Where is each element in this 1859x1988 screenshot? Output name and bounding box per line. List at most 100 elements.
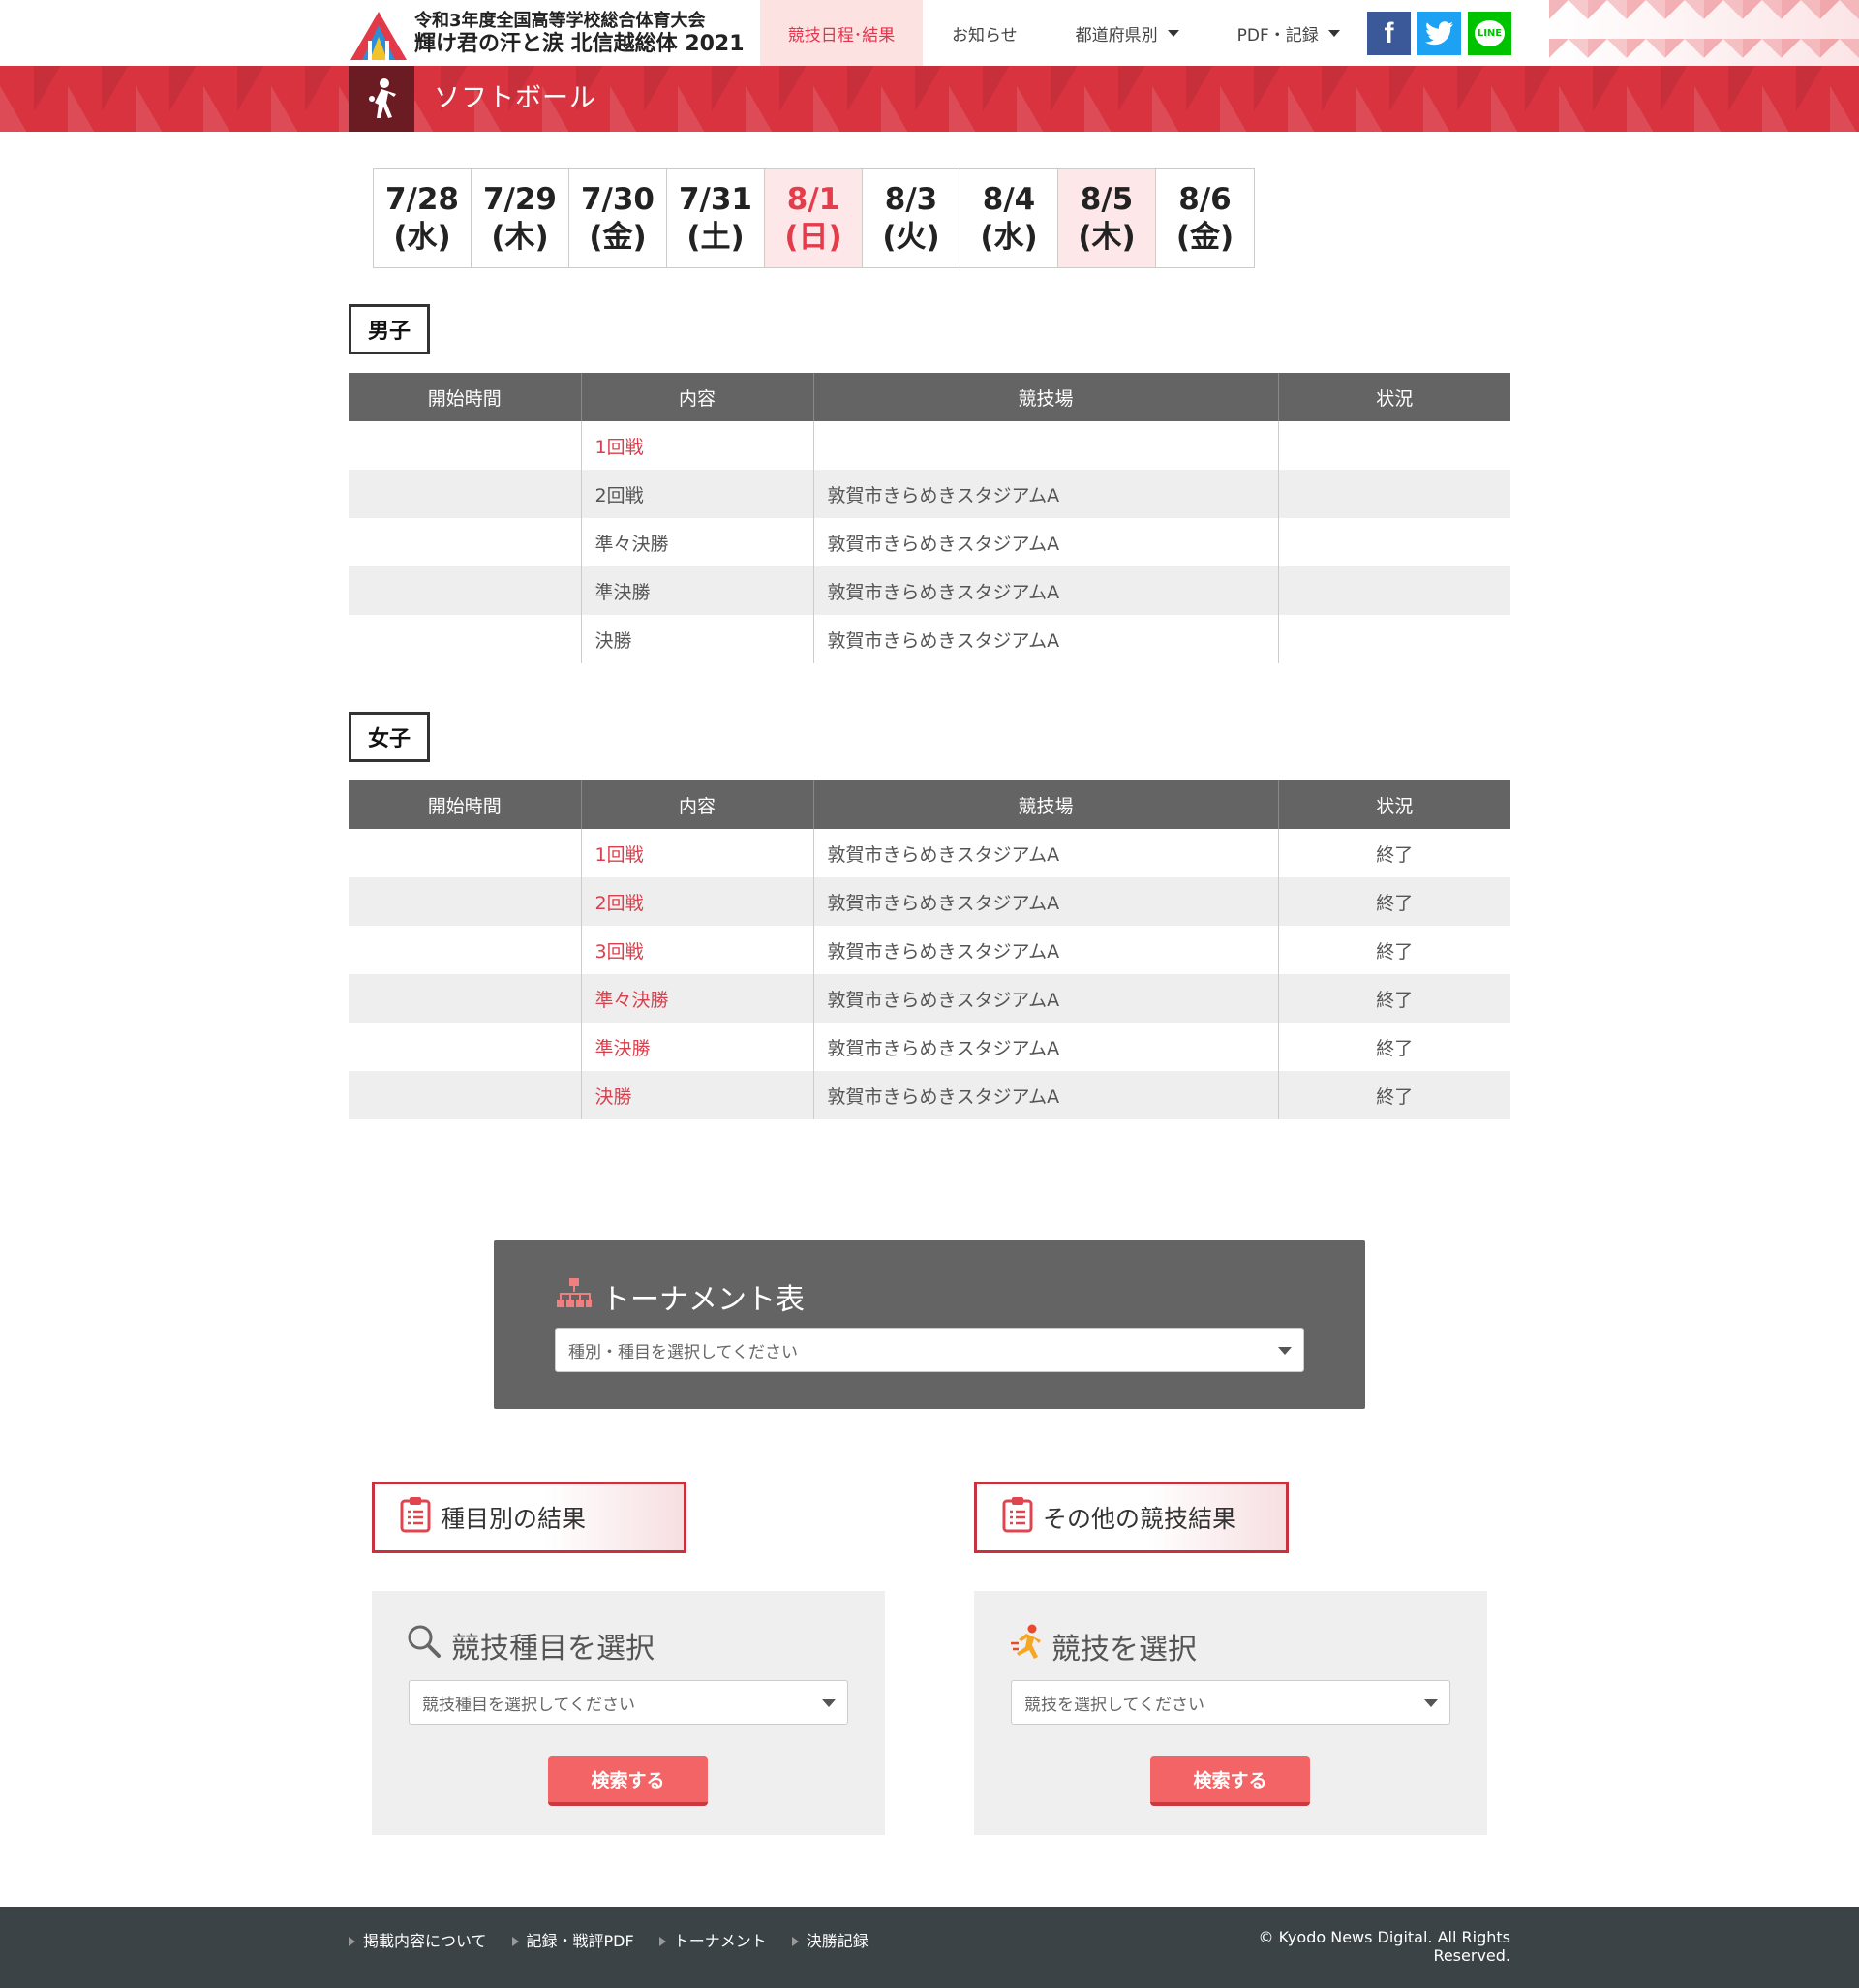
date-tab-0805[interactable]: 8/5 (木) (1058, 169, 1156, 267)
date-dow: (木) (1078, 219, 1136, 255)
table-row: 準々決勝 敦賀市きらめきスタジアムA 終了 (349, 974, 1510, 1023)
footer-link-about[interactable]: 掲載内容について (349, 1928, 487, 1951)
sport-search-panel: 競技を選択 競技を選択してください 検索する (974, 1591, 1487, 1835)
date-dow: (金) (1175, 219, 1234, 255)
main-nav: 競技日程･結果 お知らせ 都道府県別 PDF・記録 (760, 0, 1369, 66)
date-label: 7/30 (580, 181, 655, 217)
nav-prefecture[interactable]: 都道府県別 (1047, 0, 1208, 66)
line-icon[interactable]: LINE (1468, 12, 1511, 55)
table-header-row: 開始時間 内容 競技場 状況 (349, 780, 1510, 829)
content-cell[interactable]: 決勝 (581, 1071, 814, 1119)
site-logo[interactable]: 令和3年度全国高等学校総合体育大会 輝け君の汗と涙 北信越総体 2021 (349, 8, 745, 60)
status-cell (1278, 518, 1510, 566)
start-time-cell (349, 1023, 582, 1071)
footer-link-label: トーナメント (673, 1932, 767, 1950)
nav-pdf-records[interactable]: PDF・記録 (1208, 0, 1369, 66)
women-schedule-table: 開始時間 内容 競技場 状況 1回戦 敦賀市きらめきスタジアムA 終了 2回戦 敦賀市き… (349, 780, 1510, 1119)
venue-cell: 敦賀市きらめきスタジアムA (813, 974, 1279, 1023)
date-label: 8/4 (982, 181, 1036, 217)
event-search-title-text: 競技種目を選択 (451, 1632, 655, 1666)
content-cell: 決勝 (581, 615, 814, 663)
start-time-cell (349, 974, 582, 1023)
event-select[interactable]: 競技種目を選択してください (409, 1680, 848, 1725)
event-search-panel: 競技種目を選択 競技種目を選択してください 検索する (372, 1591, 885, 1835)
nav-prefecture-label: 都道府県別 (1075, 25, 1158, 46)
date-tab-0728[interactable]: 7/28 (水) (374, 169, 472, 267)
status-cell (1278, 470, 1510, 518)
status-cell: 終了 (1376, 843, 1414, 866)
twitter-icon[interactable] (1417, 12, 1461, 55)
content-cell[interactable]: 3回戦 (581, 926, 814, 974)
clipboard-icon (400, 1496, 431, 1539)
venue-cell: 敦賀市きらめきスタジアムA (813, 470, 1279, 518)
logo-mark-icon (349, 8, 409, 60)
triangle-right-icon (791, 1937, 799, 1946)
bracket-icon (555, 1276, 594, 1317)
content-cell[interactable]: 1回戦 (581, 421, 814, 470)
date-label: 7/29 (482, 181, 558, 217)
venue-cell: 敦賀市きらめきスタジアムA (813, 877, 1279, 926)
date-dow: (水) (980, 219, 1038, 255)
date-tab-0731[interactable]: 7/31 (土) (667, 169, 765, 267)
date-tab-0806[interactable]: 8/6 (金) (1156, 169, 1254, 267)
content-cell[interactable]: 2回戦 (581, 877, 814, 926)
other-results-button[interactable]: その他の競技結果 (974, 1482, 1289, 1553)
venue-cell: 敦賀市きらめきスタジアムA (813, 566, 1279, 615)
footer-link-pdf[interactable]: 記録・戦評PDF (511, 1928, 634, 1951)
date-label: 8/3 (884, 181, 938, 217)
table-header-row: 開始時間 内容 競技場 状況 (349, 373, 1510, 421)
date-tab-0803[interactable]: 8/3 (火) (863, 169, 960, 267)
date-label: 8/1 (786, 181, 840, 217)
sport-select[interactable]: 競技を選択してください (1011, 1680, 1450, 1725)
content-cell[interactable]: 1回戦 (581, 829, 814, 877)
start-time-cell (349, 421, 582, 470)
venue-cell: 敦賀市きらめきスタジアムA (813, 615, 1279, 663)
sport-banner: ソフトボール (0, 66, 1859, 132)
venue-cell: 敦賀市きらめきスタジアムA (813, 1071, 1279, 1119)
men-table-body: 1回戦 2回戦 敦賀市きらめきスタジアムA 準々決勝 敦賀市きらめきスタジアムA 準決勝敦… (349, 421, 1510, 663)
date-label: 8/5 (1080, 181, 1134, 217)
status-cell: 終了 (1278, 974, 1510, 1023)
date-tab-0804[interactable]: 8/4 (水) (960, 169, 1058, 267)
venue-cell: 敦賀市きらめきスタジアムA (813, 829, 1279, 877)
table-row: 準々決勝 敦賀市きらめきスタジアムA (349, 518, 1510, 566)
venue-cell: 敦賀市きらめきスタジアムA (813, 518, 1279, 566)
date-tab-0801[interactable]: 8/1 (日) (765, 169, 863, 267)
date-dow: (土) (686, 219, 745, 255)
sport-search-button[interactable]: 検索する (1150, 1756, 1310, 1806)
tournament-title: トーナメント表 (555, 1275, 805, 1318)
results-by-event-button[interactable]: 種目別の結果 (372, 1482, 686, 1553)
table-row: 準決勝 敦賀市きらめきスタジアムA (349, 566, 1510, 615)
start-time-cell (349, 1071, 582, 1119)
content-cell[interactable]: 準決勝 (581, 1023, 814, 1071)
nav-schedule-results[interactable]: 競技日程･結果 (760, 0, 923, 66)
footer-link-label: 決勝記録 (806, 1932, 869, 1950)
facebook-icon[interactable]: f (1367, 12, 1411, 55)
event-search-button[interactable]: 検索する (548, 1756, 708, 1806)
status-cell (1278, 421, 1510, 470)
social-links: f LINE (1367, 12, 1511, 55)
chevron-down-icon (822, 1699, 836, 1707)
date-dow: (水) (393, 219, 451, 255)
start-time-cell (349, 877, 582, 926)
nav-news[interactable]: お知らせ (923, 0, 1047, 66)
footer-link-tournament[interactable]: トーナメント (658, 1928, 767, 1951)
content-cell: 2回戦 (581, 470, 814, 518)
venue-cell: 敦賀市きらめきスタジアムA (813, 926, 1279, 974)
triangle-right-icon (658, 1937, 666, 1946)
chevron-down-icon (1278, 1347, 1292, 1355)
header-decoration (1549, 0, 1859, 66)
start-time-cell (349, 829, 582, 877)
tournament-select[interactable]: 種別・種目を選択してください (555, 1328, 1304, 1372)
table-row: 2回戦 敦賀市きらめきスタジアムA 終了 (349, 877, 1510, 926)
date-dow: (金) (589, 219, 647, 255)
date-tab-0729[interactable]: 7/29 (木) (472, 169, 569, 267)
line-label: LINE (1474, 20, 1506, 46)
footer-link-finals[interactable]: 決勝記録 (791, 1928, 869, 1951)
col-status: 状況 (1278, 373, 1510, 421)
date-tab-0730[interactable]: 7/30 (金) (569, 169, 667, 267)
status-cell (1278, 615, 1510, 663)
date-dow: (日) (784, 219, 842, 255)
content-cell[interactable]: 準々決勝 (581, 974, 814, 1023)
copyright: © Kyodo News Digital. All Rights Reserve… (1258, 1928, 1510, 1965)
